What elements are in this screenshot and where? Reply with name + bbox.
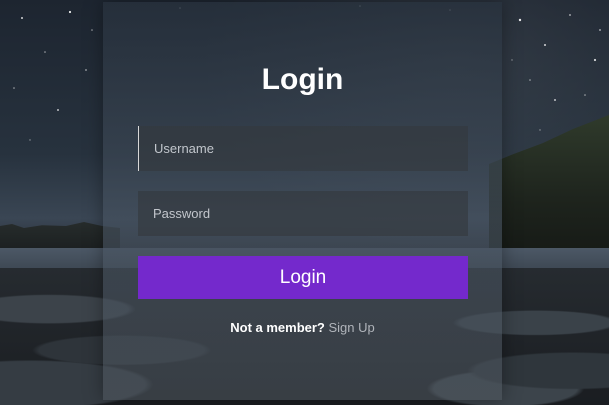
login-title: Login: [261, 63, 344, 96]
member-prompt-text: Not a member?: [230, 320, 325, 335]
login-button[interactable]: Login: [138, 256, 468, 299]
signup-prompt-line: Not a member? Sign Up: [103, 320, 502, 336]
signup-link[interactable]: Sign Up: [329, 320, 375, 335]
login-panel: Login Login Not a member? Sign Up: [103, 2, 502, 400]
background-photo: Login Login Not a member? Sign Up: [0, 0, 609, 405]
username-input[interactable]: [138, 126, 468, 171]
password-input[interactable]: [138, 191, 468, 236]
